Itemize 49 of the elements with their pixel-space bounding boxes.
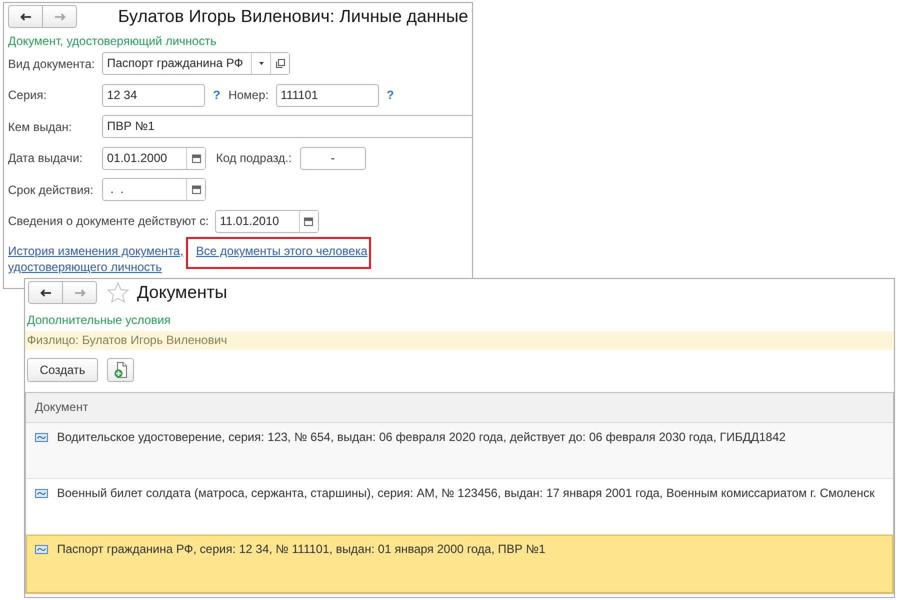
filter-condition: Физлицо: Булатов Игорь Виленович <box>25 331 894 350</box>
window-title: Документы <box>137 281 228 304</box>
table-row[interactable]: Паспорт гражданина РФ, серия: 12 34, № 111101, выдан: 01 января 2000 года, ПВР №1 <box>26 535 893 593</box>
section-title: Дополнительные условия <box>26 313 172 327</box>
document-type-field[interactable]: Паспорт гражданина РФ <box>102 52 290 75</box>
document-description: Паспорт гражданина РФ, серия: 12 34, № 111101, выдан: 01 января 2000 года, ПВР №1 <box>57 542 546 556</box>
add-document-button[interactable] <box>107 358 134 382</box>
field-label: Сведения о документе действуют с: <box>8 214 209 228</box>
date-field[interactable]: . . <box>102 178 206 202</box>
date-field[interactable]: 01.01.2000 <box>102 146 206 170</box>
field-label: Номер: <box>228 88 269 102</box>
back-button[interactable] <box>8 5 43 28</box>
card-icon <box>35 433 48 442</box>
document-description: Военный билет солдата (матроса, сержанта, старшины), серия: АМ, № 123456, выдан: 17 января 2001 года, Военным комиссариатом г. Смоленск <box>57 486 875 500</box>
field-label: Кем выдан: <box>8 120 73 134</box>
table-row[interactable]: Водительское удостоверение, серия: 123, № 654, выдан: 06 февраля 2020 года, действует до: 06 февраля 2030 года, ГИБДД1842 <box>26 423 893 479</box>
calendar-button[interactable] <box>186 148 205 169</box>
overlapping-squares-icon <box>276 59 284 68</box>
link[interactable]: Все документы этого человека <box>196 242 368 259</box>
field-label: Срок действия: <box>8 182 94 197</box>
star-icon[interactable] <box>107 282 129 303</box>
calendar-button[interactable] <box>186 179 205 200</box>
open-button[interactable] <box>270 53 289 74</box>
field-label: Код подразд.: <box>216 151 292 166</box>
calendar-icon <box>304 216 314 226</box>
calendar-button[interactable] <box>298 210 318 232</box>
document-plus-icon <box>114 362 127 378</box>
field-label: Серия: <box>8 88 48 102</box>
calendar-icon <box>192 185 200 194</box>
help-button[interactable]: ? <box>213 88 220 102</box>
calendar-icon <box>192 154 200 163</box>
series-field[interactable]: 12 34 <box>102 84 205 107</box>
number-field[interactable]: 111101 <box>276 84 379 107</box>
field-label: Дата выдачи: <box>8 151 84 166</box>
column-header[interactable]: Документ <box>26 393 88 422</box>
department-code-field[interactable]: - <box>300 146 366 170</box>
help-button[interactable]: ? <box>386 88 394 102</box>
caret-icon <box>258 62 264 65</box>
card-icon <box>35 545 48 554</box>
card-icon <box>35 489 48 498</box>
link[interactable]: История изменения документа, удостоверяющего личность <box>8 242 186 275</box>
date-field[interactable]: 11.01.2010 <box>214 210 319 233</box>
window-title: Булатов Игорь Виленович: Личные данные <box>118 5 468 28</box>
field-label: Вид документа: <box>8 56 96 70</box>
section-title: Документ, удостоверяющий личность <box>8 34 218 48</box>
document-description: Водительское удостоверение, серия: 123, № 654, выдан: 06 февраля 2020 года, действует до: 06 февраля 2030 года, ГИБДД1842 <box>57 430 786 444</box>
back-button[interactable] <box>28 281 63 304</box>
issued-by-field[interactable]: ПВР №1 <box>102 115 472 138</box>
create-button[interactable]: Создать <box>27 358 98 382</box>
